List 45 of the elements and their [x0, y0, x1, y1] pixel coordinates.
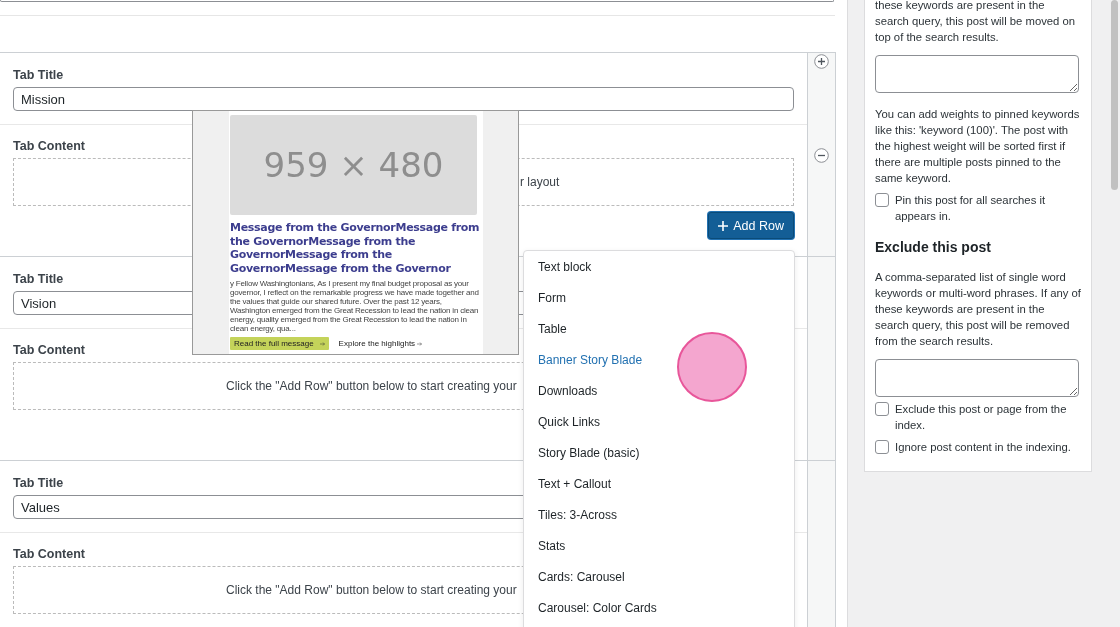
field-label: Tab Title	[13, 67, 64, 83]
menu-item[interactable]: Stats	[524, 531, 794, 562]
field-label: Tab Content	[13, 546, 85, 562]
help-text: You can add weights to pinned keywords like this: 'keyword (100)'. The post with the highest weight will be sorted first if there are multiple posts pinned to the same keyword.	[875, 107, 1081, 186]
keywords-textarea[interactable]	[875, 55, 1079, 93]
menu-item[interactable]: Carousel: Color Cards	[524, 593, 794, 624]
checkbox-label: Pin this post for all searches it appears in.	[895, 193, 1047, 224]
menu-item[interactable]: Downloads	[524, 376, 794, 407]
scrollbar-thumb[interactable]	[1111, 0, 1118, 190]
empty-layout-hint: Click the "Add Row" button below to start creating your	[226, 583, 517, 597]
image-size-text: 959 × 480	[263, 145, 444, 185]
field-label: Tab Content	[13, 138, 85, 154]
menu-item[interactable]: Table	[524, 314, 794, 345]
menu-item[interactable]: Cards: Carousel	[524, 562, 794, 593]
row-handle[interactable]	[807, 257, 835, 460]
preview-body-text: y Fellow Washingtonians, As I present my final budget proposal as your governor, I reflect on the remarkable progress we have made together and the values that guide our shared future. Over the past 12 years, Washington emerged from the Great Recession to lead the nation in clean energy, quality emerged from the Great Recession to lead the nation in clean energy, qua...	[230, 279, 480, 333]
add-row-icon[interactable]	[814, 54, 829, 69]
menu-item[interactable]: Text block	[524, 252, 794, 283]
checkbox-label: Ignore post content in the indexing.	[895, 440, 1072, 455]
checkbox[interactable]	[875, 193, 889, 207]
empty-layout-hint: r layout	[520, 175, 560, 189]
preview-heading: Message from the GovernorMessage from the GovernorMessage from the GovernorMessage from the GovernorMessage from the Governor	[230, 221, 481, 275]
add-row-button[interactable]: Add Row	[708, 212, 794, 239]
checkbox-label: Exclude this post or page from the index.	[895, 402, 1068, 433]
help-text: A comma-separated list of single word keywords or multi-word phrases. If any of these keywords are present in the search query, this post will be removed from the search results.	[875, 270, 1081, 349]
keywords-textarea[interactable]	[875, 359, 1079, 397]
menu-item[interactable]: Story Blade (basic)	[524, 438, 794, 469]
menu-item[interactable]: Banner Story Blade	[524, 345, 794, 376]
menu-item[interactable]: Quick Links	[524, 407, 794, 438]
menu-item[interactable]: Form	[524, 283, 794, 314]
field-label: Tab Title	[13, 475, 64, 491]
row-handle[interactable]	[807, 53, 835, 256]
arrow-icon	[417, 341, 423, 346]
arrow-icon	[319, 341, 325, 346]
help-text: these keywords are present in the search query, this post will be moved on top of the search results.	[875, 0, 1077, 45]
field-label: Tab Title	[13, 271, 64, 287]
field-label: Tab Content	[13, 342, 85, 358]
section-heading: Exclude this post	[875, 239, 992, 255]
row-handle[interactable]	[807, 461, 835, 627]
checkbox[interactable]	[875, 440, 889, 454]
empty-layout-hint: Click the "Add Row" button below to start creating your	[226, 379, 517, 393]
tab-title-field[interactable]: Mission	[13, 87, 794, 111]
plus-icon	[718, 220, 729, 231]
checkbox[interactable]	[875, 402, 889, 416]
remove-row-icon[interactable]	[814, 148, 829, 163]
